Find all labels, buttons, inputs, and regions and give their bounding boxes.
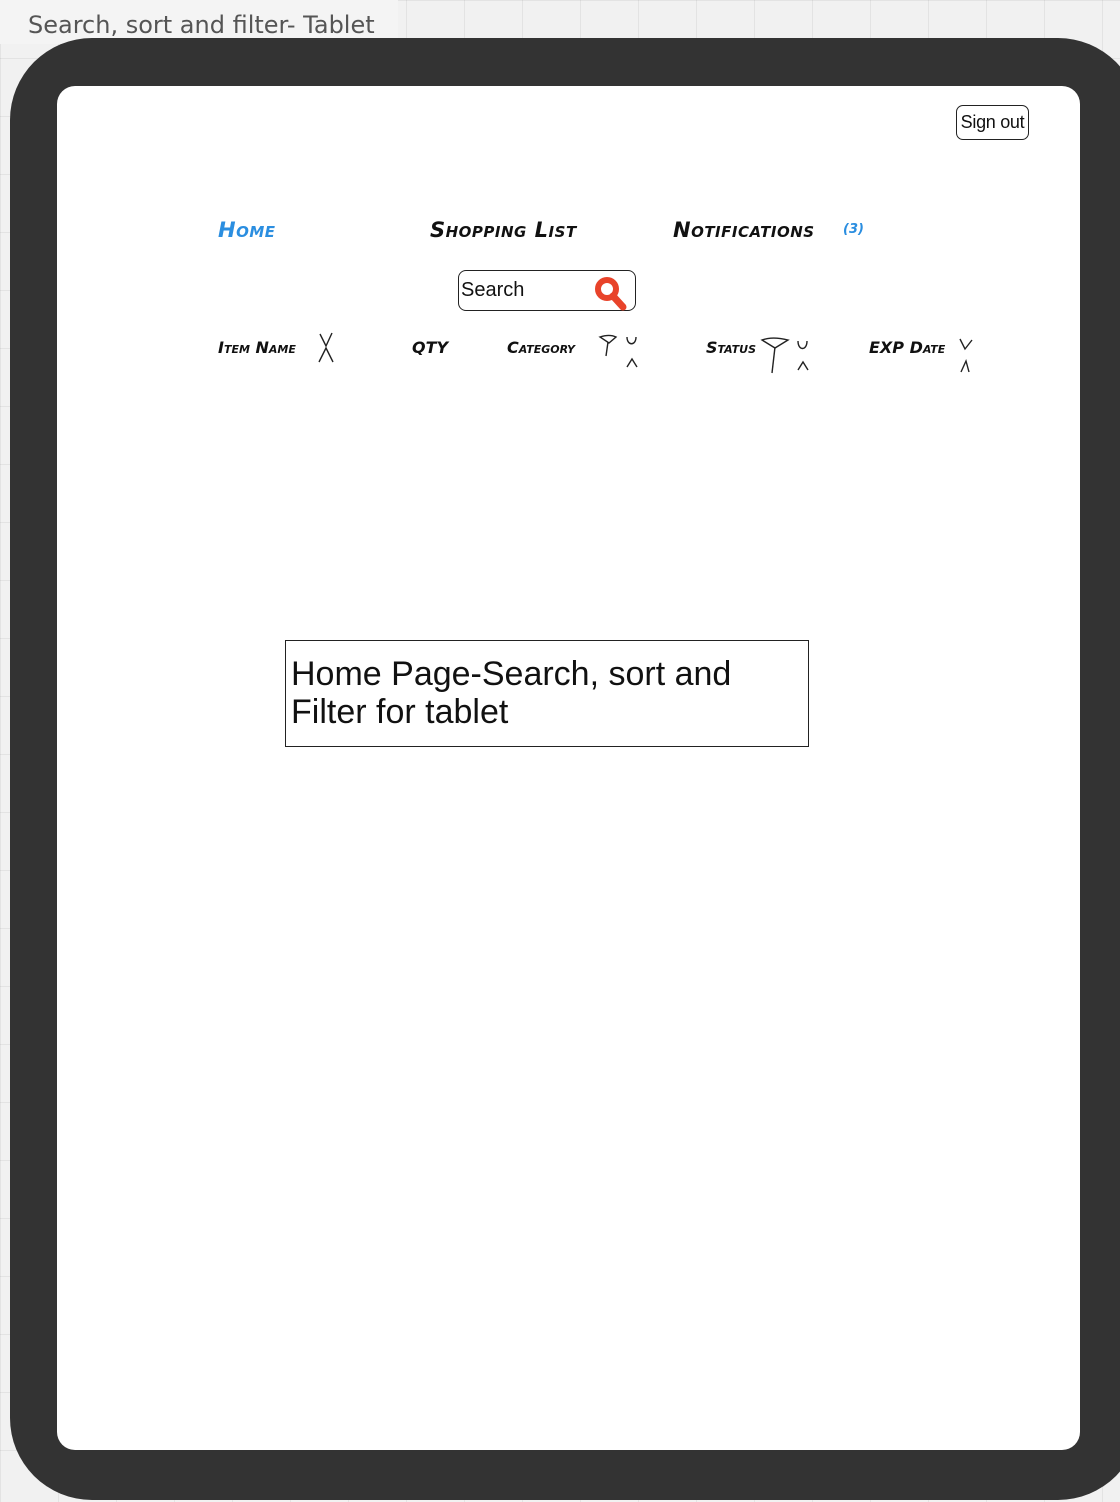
- category-filter-funnel-icon[interactable]: [598, 334, 618, 358]
- nav-notifications[interactable]: Notifications: [673, 218, 815, 242]
- column-header-category[interactable]: Category: [507, 338, 575, 357]
- column-header-item-name[interactable]: Item Name: [218, 338, 296, 357]
- search-icon[interactable]: [593, 275, 629, 311]
- annotation-caption: Home Page-Search, sort and Filter for ta…: [285, 640, 809, 747]
- notifications-count-badge: (3): [843, 222, 864, 237]
- sign-out-button[interactable]: Sign out: [956, 105, 1029, 140]
- column-header-qty[interactable]: QTY: [412, 338, 448, 357]
- item-name-sort-icon[interactable]: [316, 331, 336, 365]
- nav-home[interactable]: Home: [218, 218, 276, 242]
- frame-title: Search, sort and filter- Tablet: [28, 11, 375, 39]
- column-header-status[interactable]: Status: [706, 338, 756, 357]
- column-header-exp-date[interactable]: EXP Date: [869, 338, 945, 357]
- category-sort-icon[interactable]: [622, 334, 642, 370]
- nav-shopping-list[interactable]: Shopping List: [430, 218, 577, 242]
- search-input[interactable]: [461, 275, 591, 305]
- exp-date-sort-icon[interactable]: [956, 335, 976, 375]
- status-sort-icon[interactable]: [794, 338, 814, 374]
- status-filter-funnel-icon[interactable]: [760, 336, 790, 376]
